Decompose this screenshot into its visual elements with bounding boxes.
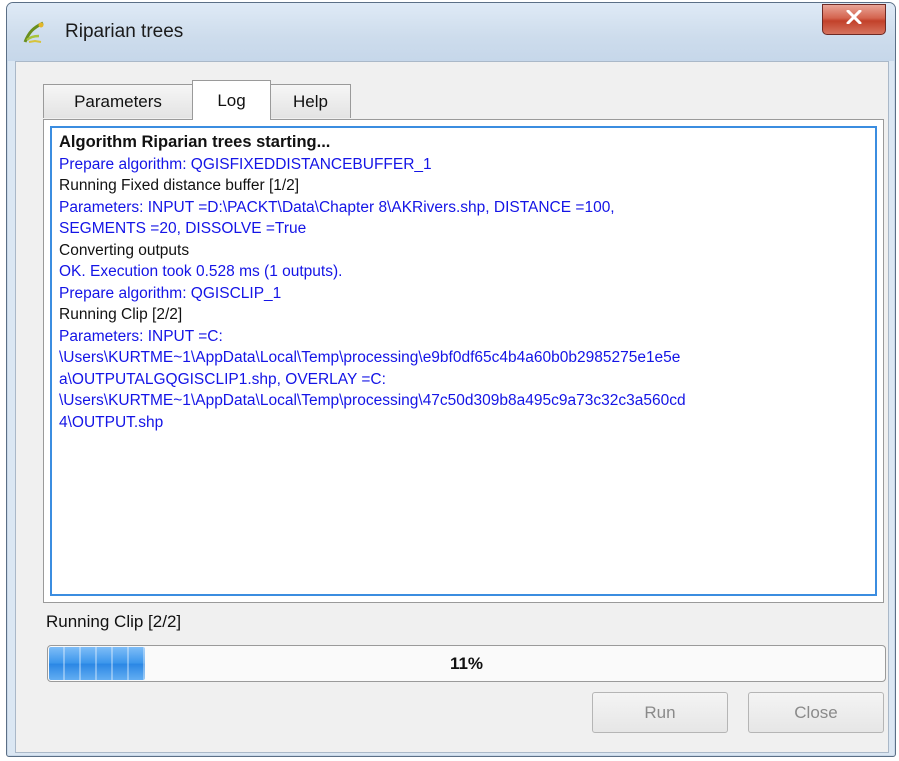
log-line: Algorithm Riparian trees starting... [59, 133, 331, 151]
log-line: \Users\KURTME~1\AppData\Local\Temp\proce… [59, 392, 686, 409]
close-button[interactable]: Close [748, 692, 884, 733]
status-label: Running Clip [2/2] [46, 612, 182, 631]
log-line: Running Fixed distance buffer [1/2] [59, 177, 300, 194]
dialog-body: Parameters Log Help Algorithm Riparian t… [15, 61, 889, 753]
log-line: 4\OUTPUT.shp [59, 413, 164, 431]
title-bar[interactable]: Riparian trees [7, 3, 895, 61]
log-line: Parameters: INPUT =C: [59, 327, 223, 345]
log-line: a\OUTPUTALGQGISCLIP1.shp, OVERLAY =C: [59, 370, 386, 388]
window-title: Riparian trees [65, 21, 184, 42]
qgis-processing-icon [21, 20, 47, 46]
log-line: Running Clip [2/2] [59, 306, 183, 323]
tab-log[interactable]: Log [192, 80, 271, 120]
progress-bar: 11% [47, 645, 886, 682]
tab-label: Parameters [74, 91, 162, 111]
progress-percent: 11% [449, 653, 484, 673]
dialog-window: Riparian trees Parameters Log Help Algor… [6, 2, 896, 757]
log-line: SEGMENTS =20, DISSOLVE =True [59, 220, 307, 237]
log-line: Converting outputs [59, 241, 190, 259]
tab-parameters[interactable]: Parameters [43, 84, 193, 118]
close-icon [846, 9, 862, 29]
log-line: Prepare algorithm: QGISCLIP_1 [59, 284, 282, 302]
log-line: OK. Execution took 0.528 ms (1 outputs). [59, 263, 343, 280]
log-text-area[interactable]: Algorithm Riparian trees starting... Prep… [50, 126, 877, 596]
window-close-button[interactable] [822, 4, 886, 35]
tab-label: Help [293, 91, 328, 111]
tab-label: Log [217, 90, 246, 110]
log-tab-panel: Algorithm Riparian trees starting... Prep… [43, 119, 884, 603]
tab-help[interactable]: Help [270, 84, 351, 118]
run-button[interactable]: Run [592, 692, 728, 733]
log-line: Prepare algorithm: QGISFIXEDDISTANCEBUFF… [59, 155, 432, 173]
log-line: Parameters: INPUT =D:\PACKT\Data\Chapter… [59, 198, 615, 216]
log-line: \Users\KURTME~1\AppData\Local\Temp\proce… [59, 349, 681, 366]
